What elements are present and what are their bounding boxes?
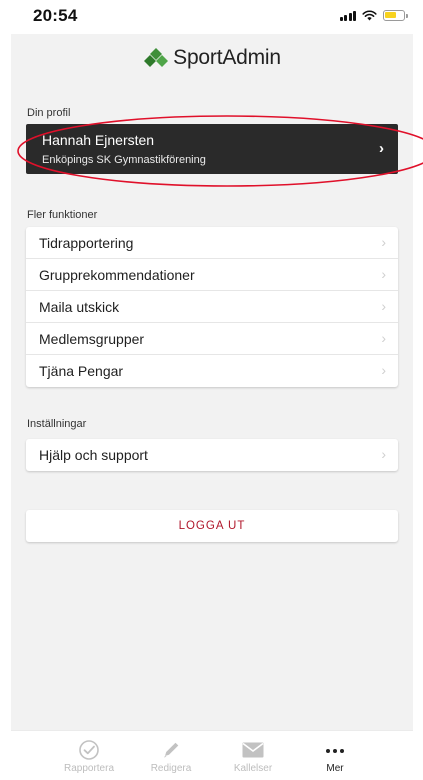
battery-icon [383, 10, 408, 21]
status-time: 20:54 [33, 6, 78, 25]
chevron-right-icon: › [381, 298, 386, 314]
functions-section-label: Fler funktioner [27, 209, 98, 221]
tab-rapportera[interactable]: Rapportera [49, 731, 129, 780]
profile-name: Hannah Ejnersten [42, 132, 155, 148]
menu-item-grupprekommendationer[interactable]: Grupprekommendationer › [26, 259, 398, 291]
chevron-right-icon: › [381, 266, 386, 282]
envelope-icon [242, 742, 264, 758]
highlight-ellipse [17, 115, 423, 187]
menu-item-label: Hjälp och support [39, 447, 148, 463]
profile-section-label: Din profil [27, 107, 71, 119]
menu-item-tidrapportering[interactable]: Tidrapportering › [26, 227, 398, 259]
menu-item-label: Grupprekommendationer [39, 266, 195, 283]
more-dots-icon [326, 749, 344, 753]
chevron-right-icon: › [381, 362, 386, 378]
menu-item-label: Maila utskick [39, 298, 120, 315]
functions-list: Tidrapportering › Grupprekommendationer … [26, 227, 398, 387]
menu-item-label: Tjäna Pengar [39, 363, 124, 379]
logout-label: LOGGA UT [178, 520, 246, 532]
app-logo: SportAdmin [11, 40, 413, 76]
tab-kallelser[interactable]: Kallelser [213, 731, 293, 780]
status-bar: 20:54 [0, 0, 423, 34]
menu-item-maila-utskick[interactable]: Maila utskick › [26, 291, 398, 323]
chevron-right-icon: › [379, 140, 384, 157]
profile-card[interactable]: Hannah Ejnersten Enköpings SK Gymnastikf… [17, 115, 423, 187]
tab-bar: Rapportera Redigera Kallelser Mer [11, 730, 413, 780]
logout-button[interactable]: LOGGA UT [26, 510, 398, 542]
tab-label: Redigera [150, 763, 192, 774]
more-screen: SportAdmin Din profil Hannah Ejnersten E… [11, 34, 423, 730]
menu-item-tjana-pengar[interactable]: Tjäna Pengar › [26, 355, 398, 387]
pencil-icon [164, 742, 179, 758]
chevron-right-icon: › [381, 330, 386, 346]
check-circle-icon [79, 740, 99, 760]
menu-item-label: Medlemsgrupper [39, 330, 145, 347]
menu-item-help-support[interactable]: Hjälp och support › [26, 439, 398, 471]
profile-club: Enköpings SK Gymnastikförening [42, 154, 206, 166]
tab-redigera[interactable]: Redigera [131, 731, 211, 780]
tab-mer[interactable]: Mer [295, 731, 375, 780]
settings-list: Hjälp och support › [26, 439, 398, 471]
chevron-right-icon: › [381, 234, 386, 250]
tab-label: Kallelser [233, 763, 273, 774]
cellular-signal-icon [339, 10, 356, 21]
wifi-icon [362, 10, 377, 21]
menu-item-medlemsgrupper[interactable]: Medlemsgrupper › [26, 323, 398, 355]
menu-item-label: Tidrapportering [39, 234, 134, 251]
status-icons [339, 10, 408, 21]
sportadmin-logo-icon [144, 48, 169, 67]
app-logo-text: SportAdmin [173, 46, 281, 69]
settings-section-label: Inställningar [27, 418, 87, 430]
chevron-right-icon: › [381, 446, 386, 462]
tab-label: Mer [326, 763, 344, 774]
tab-label: Rapportera [63, 763, 115, 774]
